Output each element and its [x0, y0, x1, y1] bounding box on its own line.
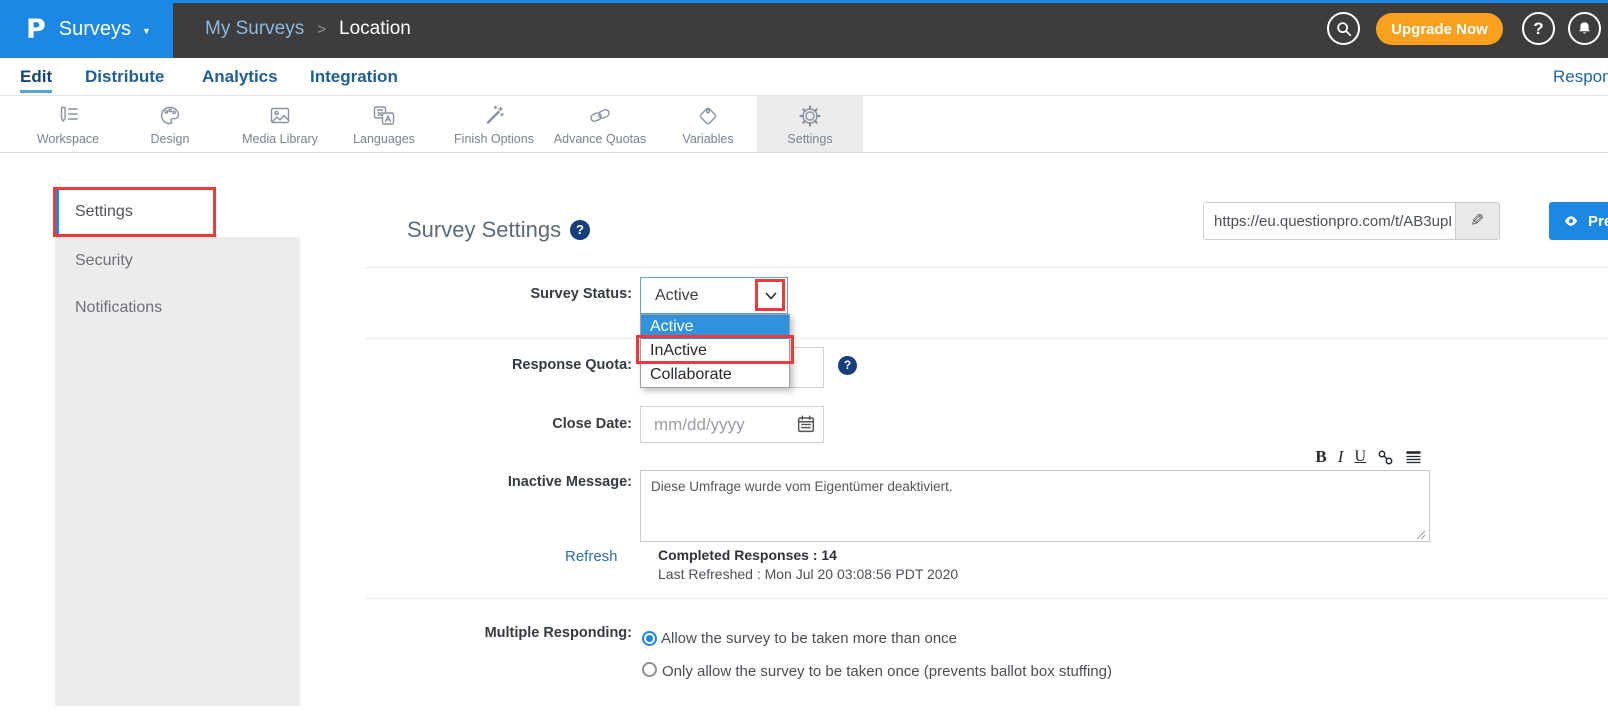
upgrade-now-button[interactable]: Upgrade Now — [1376, 13, 1503, 45]
toolbar-tab-languages[interactable]: Languages — [331, 96, 437, 152]
italic-button[interactable]: I — [1338, 447, 1344, 467]
tab-analytics[interactable]: Analytics — [202, 58, 278, 95]
multiple-responding-label: Multiple Responding: — [300, 625, 632, 641]
help-button[interactable]: ? — [1522, 12, 1555, 45]
chevron-down-icon — [761, 286, 781, 306]
link-button[interactable] — [1377, 449, 1394, 466]
last-refreshed-text: Last Refreshed : Mon Jul 20 03:08:56 PDT… — [658, 566, 958, 582]
search-icon — [1335, 20, 1353, 38]
divider — [365, 338, 1608, 339]
caret-down-icon: ▼ — [142, 23, 151, 36]
radio-only-once[interactable] — [642, 662, 657, 677]
tab-distribute[interactable]: Distribute — [85, 58, 164, 95]
media-library-icon — [267, 103, 293, 129]
bold-button[interactable]: B — [1315, 447, 1326, 467]
calendar-icon[interactable] — [795, 413, 817, 435]
radio-allow-multiple[interactable] — [642, 631, 657, 646]
toolbar-tab-label: Media Library — [242, 132, 318, 146]
toolbar-tab-label: Design — [151, 132, 190, 146]
settings-icon — [797, 103, 823, 129]
breadcrumb-separator-icon: > — [317, 21, 326, 38]
toolbar-tab-settings[interactable]: Settings — [757, 96, 863, 152]
questionpro-survey-settings-page: P Surveys ▼ My Surveys > Location Upgrad… — [0, 0, 1608, 724]
align-button[interactable] — [1405, 449, 1422, 466]
toolbar-tab-variables[interactable]: Variables — [655, 96, 761, 152]
breadcrumb-my-surveys[interactable]: My Surveys — [205, 18, 304, 40]
product-label: Surveys — [59, 18, 131, 41]
toolbar-tab-workspace[interactable]: Workspace — [15, 96, 121, 152]
survey-status-value: Active — [655, 278, 699, 313]
radio-allow-multiple-label: Allow the survey to be taken more than o… — [661, 630, 957, 647]
close-date-label: Close Date: — [300, 416, 632, 432]
sidebar-item-label: Settings — [75, 203, 133, 220]
survey-settings-help-icon[interactable]: ? — [570, 220, 590, 240]
response-quota-help-icon[interactable]: ? — [838, 356, 857, 375]
message-format-toolbar: B I U — [1296, 446, 1422, 468]
response-quota-label: Response Quota: — [300, 357, 632, 373]
advance-quotas-icon — [587, 103, 613, 129]
topbar: P Surveys ▼ My Surveys > Location Upgrad… — [0, 0, 1608, 58]
survey-url-box: ✎ — [1203, 202, 1500, 240]
tab-integration[interactable]: Integration — [310, 58, 398, 95]
dropdown-option-active[interactable]: Active — [641, 315, 789, 339]
radio-only-once-label: Only allow the survey to be taken once (… — [662, 663, 1112, 680]
divider — [365, 267, 1608, 268]
toolbar-tab-label: Languages — [353, 132, 415, 146]
inactive-message-textarea[interactable]: Diese Umfrage wurde vom Eigentümer deakt… — [640, 470, 1430, 542]
toolbar-tab-label: Finish Options — [454, 132, 534, 146]
questionpro-logo: P — [26, 14, 46, 45]
edit-url-button[interactable]: ✎ — [1455, 203, 1499, 239]
survey-status-label: Survey Status: — [300, 286, 632, 302]
sidebar-item-notifications[interactable]: Notifications — [55, 284, 300, 331]
responses-link[interactable]: Responses — [1553, 58, 1608, 95]
sidebar-item-settings[interactable]: Settings — [55, 190, 300, 236]
toolbar-tab-finish-options[interactable]: Finish Options — [441, 96, 547, 152]
sidebar-item-label: Notifications — [75, 299, 162, 316]
question-mark-icon: ? — [1533, 19, 1543, 39]
preview-button[interactable]: Preview — [1549, 202, 1608, 240]
top-accent-bar — [0, 0, 1608, 3]
workspace-icon — [55, 103, 81, 129]
bell-icon — [1576, 19, 1593, 38]
refresh-link[interactable]: Refresh — [565, 548, 618, 565]
toolbar-tab-design[interactable]: Design — [117, 96, 223, 152]
toolbar-tab-label: Settings — [787, 132, 832, 146]
sidebar-item-security[interactable]: Security — [55, 237, 300, 284]
dropdown-option-collaborate[interactable]: Collaborate — [641, 363, 789, 387]
breadcrumb-current: Location — [339, 18, 411, 40]
languages-icon — [371, 103, 397, 129]
inactive-message-label: Inactive Message: — [300, 474, 632, 490]
toolbar-tab-label: Variables — [682, 132, 733, 146]
divider — [365, 598, 1608, 599]
page-title: Survey Settings — [407, 217, 561, 243]
edit-toolbar: Workspace Design Media Library Languages… — [0, 96, 1608, 153]
toolbar-tab-media-library[interactable]: Media Library — [227, 96, 333, 152]
search-button[interactable] — [1327, 12, 1360, 45]
survey-status-select[interactable]: Active — [640, 277, 788, 314]
toolbar-tab-advance-quotas[interactable]: Advance Quotas — [547, 96, 653, 152]
tab-edit[interactable]: Edit — [20, 58, 52, 93]
pencil-icon: ✎ — [1470, 211, 1484, 231]
dropdown-option-inactive[interactable]: InActive — [641, 339, 789, 363]
completed-responses-text: Completed Responses : 14 — [658, 547, 837, 563]
toolbar-tab-label: Workspace — [37, 132, 99, 146]
design-icon — [157, 103, 183, 129]
product-switcher[interactable]: P Surveys ▼ — [0, 0, 173, 58]
notifications-button[interactable] — [1568, 12, 1601, 45]
survey-status-dropdown: Active InActive Collaborate — [640, 314, 790, 388]
survey-nav: Edit Distribute Analytics Integration Re… — [0, 58, 1608, 96]
variables-icon — [695, 103, 721, 129]
eye-icon — [1561, 213, 1581, 229]
underline-button[interactable]: U — [1354, 448, 1366, 466]
toolbar-tab-label: Advance Quotas — [554, 132, 646, 146]
breadcrumb: My Surveys > Location — [205, 0, 411, 58]
finish-options-icon — [481, 103, 507, 129]
sidebar-item-label: Security — [75, 252, 133, 269]
preview-button-label: Preview — [1588, 213, 1608, 230]
survey-url-input[interactable] — [1204, 203, 1455, 239]
